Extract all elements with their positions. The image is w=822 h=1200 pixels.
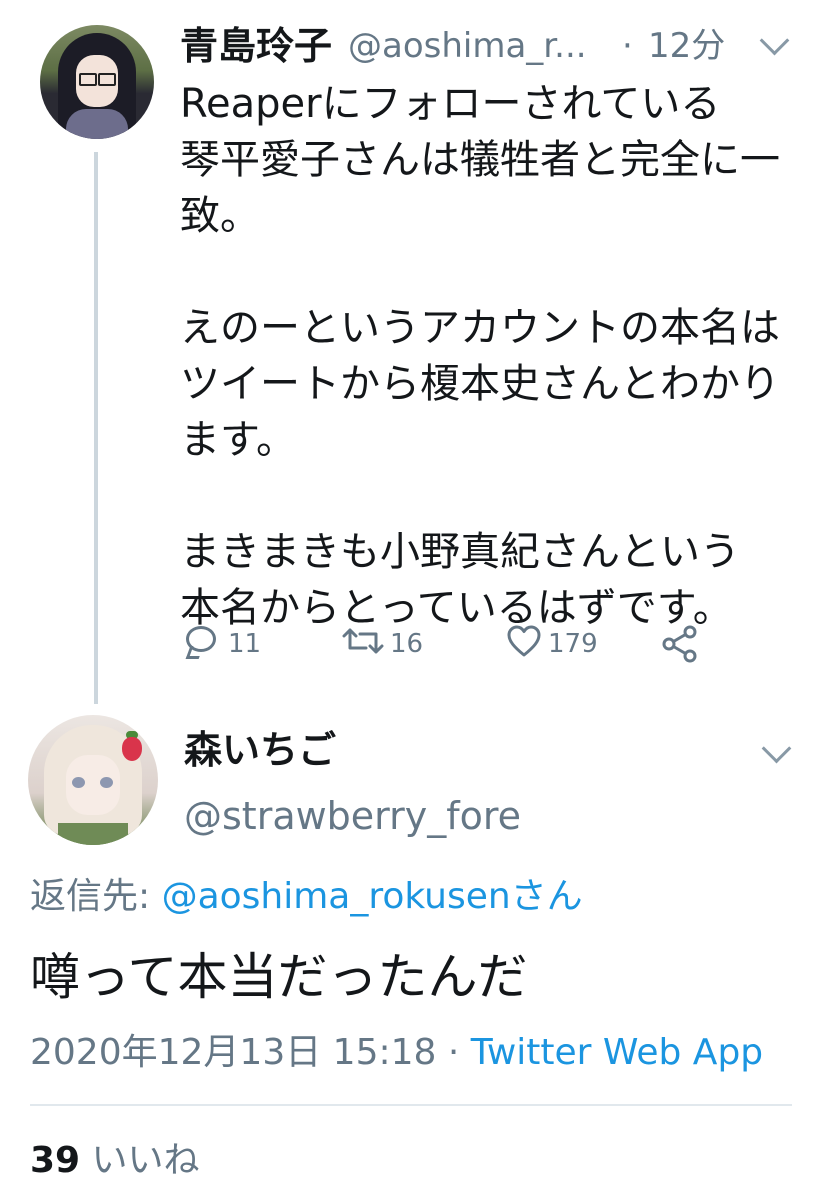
reply-count: 11 (228, 629, 262, 659)
username-handle[interactable]: @strawberry_fore (184, 792, 521, 840)
likes-label: いいね (80, 1140, 200, 1181)
tweet-line: ツイートから榎本史さんとわかり (180, 361, 780, 407)
tweet-line: 本名からとっているはずです。 (180, 585, 733, 631)
tweet-line: Reaperにフォローされている (180, 81, 721, 127)
tweet-line: ます。 (180, 417, 296, 463)
tweet-time[interactable]: 12分 (648, 22, 725, 70)
tweet-line: 致。 (180, 193, 260, 239)
source-app-link[interactable]: Twitter Web App (471, 1032, 763, 1073)
display-name[interactable]: 青島玲子 (180, 22, 332, 70)
chevron-down-icon[interactable] (759, 25, 790, 56)
replying-prefix: 返信先: (30, 876, 162, 917)
thread-connector-line (94, 152, 98, 704)
retweet-icon[interactable] (340, 626, 386, 656)
meta-separator: · (436, 1032, 471, 1073)
reply-mention-link[interactable]: @aoshima_rokusenさん (162, 876, 583, 917)
likes-summary[interactable]: 39 いいね (30, 1136, 200, 1186)
share-icon[interactable] (660, 624, 700, 664)
tweet-line: えのーというアカウントの本名は (180, 305, 780, 351)
tweet-meta: 2020年12月13日 15:18 · Twitter Web App (30, 1028, 763, 1078)
separator-dot: · (622, 26, 633, 66)
heart-icon[interactable] (506, 624, 542, 658)
tweet-line: まきまきも小野真紀さんという (180, 529, 740, 575)
avatar-aoshima[interactable] (40, 25, 154, 139)
replying-to: 返信先: @aoshima_rokusenさん (30, 872, 583, 922)
username-handle[interactable]: @aoshima_r... (348, 22, 587, 70)
tweet-line: 琴平愛子さんは犠牲者と完全に一 (180, 137, 780, 183)
divider (30, 1104, 792, 1106)
likes-count: 39 (30, 1140, 81, 1181)
avatar-strawberry[interactable] (28, 715, 158, 845)
reply-icon-tail (185, 646, 204, 659)
chevron-down-icon[interactable] (761, 733, 792, 764)
tweet-text: 噂って本当だったんだ (30, 948, 528, 1006)
retweet-count: 16 (390, 629, 424, 659)
tweet-body: Reaperにフォローされている 琴平愛子さんは犠牲者と完全に一 致。 えのーと… (180, 76, 800, 636)
tweet-timestamp[interactable]: 2020年12月13日 15:18 (30, 1032, 436, 1073)
like-count: 179 (548, 629, 598, 659)
display-name[interactable]: 森いちご (184, 726, 336, 774)
